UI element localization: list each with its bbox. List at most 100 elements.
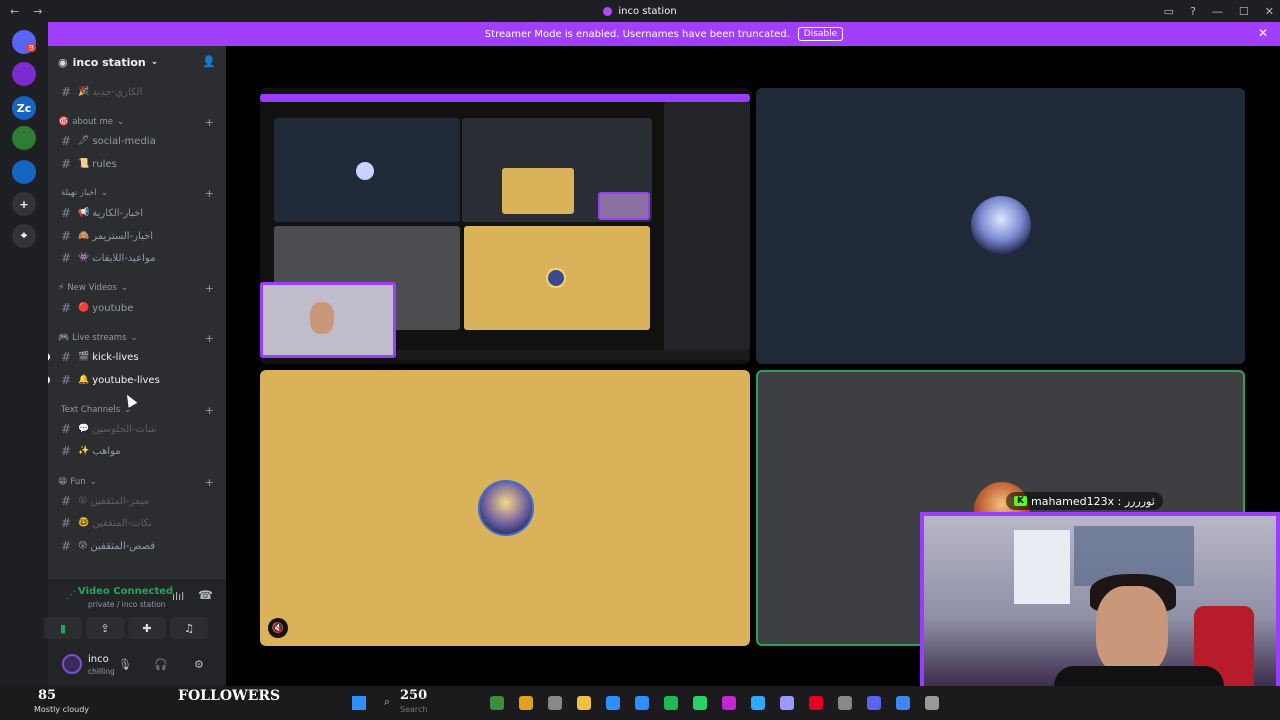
text-channel[interactable]: # 🔴 youtube	[48, 298, 226, 318]
nested-gold-avatar	[546, 268, 566, 288]
hashtag-icon: #	[61, 134, 72, 148]
create-channel-icon[interactable]: +	[205, 476, 214, 489]
inbox-icon[interactable]: ▭	[1164, 5, 1174, 18]
taskbar-app-icon[interactable]	[722, 696, 736, 710]
add-member-icon[interactable]: 👤	[202, 55, 216, 68]
channel-emoji: 👾	[78, 253, 90, 263]
soundboard-button[interactable]: ♫	[170, 617, 208, 639]
text-channel[interactable]: # 📢 اخبار-الكارية	[48, 203, 226, 223]
taskbar-app-icon[interactable]	[519, 696, 533, 710]
taskbar-app-icon[interactable]	[838, 696, 852, 710]
settings-gear-icon[interactable]: ⚙	[194, 658, 204, 671]
category-header[interactable]: Text Channels ⌄ +	[48, 400, 226, 420]
taskbar-app-icon[interactable]	[606, 696, 620, 710]
guild-icon-4[interactable]	[12, 160, 36, 184]
forward-button[interactable]: →	[33, 5, 42, 18]
weather-temp[interactable]: 85	[38, 688, 56, 703]
guild-icon-1[interactable]	[12, 62, 36, 86]
noise-suppression-icon[interactable]: ılıl	[172, 590, 184, 603]
channel-emoji: 🔔	[78, 375, 90, 385]
create-channel-icon[interactable]: +	[205, 404, 214, 417]
nested-webcam-mini	[598, 192, 650, 220]
username[interactable]: inco	[88, 654, 109, 665]
title-bar: ← → inco station ▭ ? — ☐ ✕	[0, 0, 1280, 22]
text-channel[interactable]: # 🔔 youtube-lives	[48, 370, 226, 390]
category-label: اخبار نهيلة	[61, 188, 97, 198]
taskbar-app-icon[interactable]	[925, 696, 939, 710]
guild-icon-5[interactable]: +	[12, 192, 36, 216]
disconnect-icon[interactable]: ☎	[198, 588, 213, 602]
category-label: Live streams	[72, 333, 127, 343]
text-channel[interactable]: # 🎉 الكاري-جديد	[48, 82, 226, 102]
guild-icon-6[interactable]: ⌖	[12, 224, 36, 248]
server-list: 9 Zc + ⌖	[0, 22, 48, 720]
text-channel[interactable]: # 🎬 kick-lives	[48, 347, 226, 367]
voice-channel-path[interactable]: private / inco station	[88, 600, 166, 609]
text-channel[interactable]: # ✨ مواهب	[48, 441, 226, 461]
search-text[interactable]: Search	[400, 705, 427, 714]
taskbar-app-icon[interactable]	[896, 696, 910, 710]
taskbar-app-icon[interactable]	[664, 696, 678, 710]
help-icon[interactable]: ?	[1190, 5, 1196, 18]
channel-emoji: 🙈	[78, 231, 90, 241]
taskbar-app-icon[interactable]	[490, 696, 504, 710]
search-icon[interactable]: ⌕	[384, 695, 390, 709]
taskbar-app-icon[interactable]	[635, 696, 649, 710]
text-channel[interactable]: # 😰 قصص-المثقفين	[48, 536, 226, 556]
category-label: Fun	[70, 477, 86, 487]
maximize-button[interactable]: ☐	[1239, 5, 1249, 18]
disable-streamer-mode-button[interactable]: Disable	[797, 27, 844, 41]
taskbar-app-icon[interactable]	[693, 696, 707, 710]
voice-status[interactable]: Video Connected	[78, 586, 173, 597]
participant-avatar-1	[971, 196, 1031, 254]
channel-label: youtube	[92, 302, 134, 314]
create-channel-icon[interactable]: +	[205, 187, 214, 200]
window-title: inco station	[0, 6, 1280, 17]
taskbar-app-icon[interactable]	[548, 696, 562, 710]
participant-tile-2[interactable]: 🔇	[260, 370, 750, 646]
mic-icon[interactable]: 🎙	[118, 658, 132, 671]
guild-icon-3[interactable]	[12, 126, 36, 150]
category-header[interactable]: 😁 Fun ⌄ +	[48, 472, 226, 492]
category-header[interactable]: 🎮 Live streams ⌄ +	[48, 328, 226, 348]
banner-close-icon[interactable]: ✕	[1258, 26, 1268, 40]
category-header[interactable]: ⚡ New Videos ⌄ +	[48, 278, 226, 298]
server-header[interactable]: ◉ inco station ⌄ 👤	[48, 46, 226, 78]
signal-icon[interactable]: ⋰	[66, 590, 76, 601]
taskbar-app-icon[interactable]	[751, 696, 765, 710]
back-button[interactable]: ←	[10, 5, 19, 18]
text-channel[interactable]: # 😵 ميمز-المثقفين	[48, 491, 226, 511]
participant-tile-1[interactable]	[756, 88, 1245, 364]
channel-emoji: 🎉	[78, 87, 90, 97]
text-channel[interactable]: # 🤓 نكات-المثقفين	[48, 513, 226, 533]
channel-emoji: 📢	[78, 208, 90, 218]
screen-share-tile[interactable]	[260, 88, 750, 364]
create-channel-icon[interactable]: +	[205, 282, 214, 295]
text-channel[interactable]: # 💬 شات-الحلوسين	[48, 419, 226, 439]
category-emoji: 🎯	[58, 117, 70, 127]
activity-button[interactable]: ✚	[128, 617, 166, 639]
text-channel[interactable]: # 🖊 social-media	[48, 131, 226, 151]
taskbar-app-icon[interactable]	[809, 696, 823, 710]
camera-button[interactable]: ▮	[44, 617, 82, 639]
hashtag-icon: #	[61, 422, 72, 436]
text-channel[interactable]: # 📜 rules	[48, 154, 226, 174]
hashtag-icon: #	[61, 301, 72, 315]
minimize-button[interactable]: —	[1212, 5, 1223, 18]
guild-icon-2[interactable]: Zc	[12, 96, 36, 120]
category-header[interactable]: 🎯 about me ⌄ +	[48, 112, 226, 132]
create-channel-icon[interactable]: +	[205, 332, 214, 345]
category-header[interactable]: اخبار نهيلة ⌄ +	[48, 183, 226, 203]
close-window-button[interactable]: ✕	[1265, 5, 1274, 18]
nested-sidebar	[664, 102, 750, 350]
taskbar-app-icon[interactable]	[577, 696, 591, 710]
avatar[interactable]	[62, 654, 82, 674]
taskbar-app-icon[interactable]	[780, 696, 794, 710]
create-channel-icon[interactable]: +	[205, 116, 214, 129]
headset-icon[interactable]: 🎧	[154, 658, 168, 671]
text-channel[interactable]: # 🙈 اخبار-الستريمر	[48, 226, 226, 246]
windows-start-icon[interactable]	[352, 696, 366, 710]
taskbar-app-icon[interactable]	[867, 696, 881, 710]
text-channel[interactable]: # 👾 مواعيد-اللايفات	[48, 248, 226, 268]
screen-share-button[interactable]: ⇪	[86, 617, 124, 639]
